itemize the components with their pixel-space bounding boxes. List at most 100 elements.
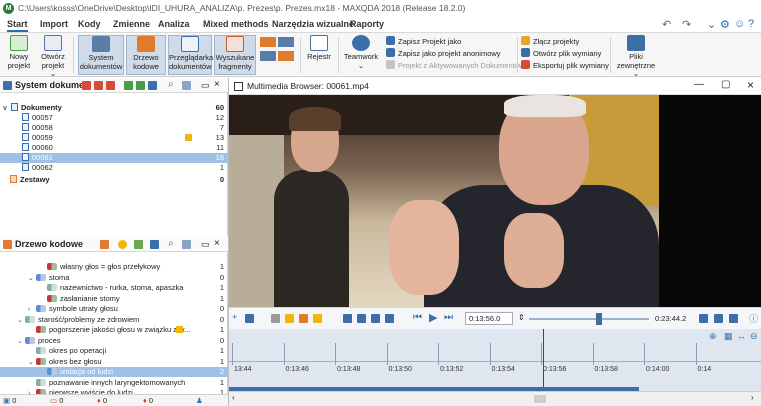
tree-row-sets[interactable]: Zestawy 0	[0, 175, 228, 185]
close-icon[interactable]: ×	[747, 78, 754, 92]
expand-caret-icon[interactable]: ›	[28, 305, 36, 315]
code-tree-row[interactable]: okres po operacji 1	[0, 346, 228, 356]
scroll-left-icon[interactable]: ‹	[232, 393, 235, 402]
close-icon[interactable]: ×	[214, 238, 220, 249]
save-anonymous-button[interactable]: Zapisz jako projekt anonimowy	[386, 48, 524, 60]
video-frame[interactable]	[229, 95, 659, 307]
project-from-activated-button[interactable]: Projekt z Aktywowanych Dokumentów	[386, 60, 524, 72]
toolbar-icon[interactable]	[106, 81, 115, 90]
zoom-width-icon[interactable]: ↔	[737, 331, 746, 341]
expand-caret-icon[interactable]: ⌄	[28, 274, 36, 284]
waveform-timeline[interactable]: ⊕ ▦ ↔ ⊖ 13:44 0:13:46 0:13:48 0:13:50 0:13:5…	[229, 329, 761, 391]
add-icon[interactable]: +	[232, 312, 237, 322]
scroll-thumb[interactable]	[534, 395, 546, 403]
code-tree-row[interactable]: ⌄ okres bez głosu 1	[0, 357, 228, 367]
zoom-in-icon[interactable]: ⊕	[709, 331, 717, 342]
layout-4-icon[interactable]	[278, 51, 294, 61]
retrieved-segments-button[interactable]: Wyszukane fragmenty	[214, 35, 256, 75]
previous-icon[interactable]: ⏮	[413, 312, 422, 323]
code-tree-row[interactable]: ⌄ stoma 0	[0, 273, 228, 283]
teamwork-button[interactable]: Teamwork ⌄	[343, 35, 379, 75]
save-project-as-button[interactable]: Zapisz Projekt jako	[386, 36, 524, 48]
code-tree-row[interactable]: ⌄ starość/problemy ze zdrowiem 0	[0, 315, 228, 325]
play-icon[interactable]: ▶	[429, 311, 437, 324]
toolbar-icon[interactable]	[714, 314, 723, 323]
layout-1-icon[interactable]	[260, 37, 276, 47]
toolbar-icon[interactable]	[699, 314, 708, 323]
toolbar-icon[interactable]	[124, 81, 133, 90]
menu-mixed-methods[interactable]: Mixed methods	[203, 19, 269, 29]
layout-3-icon[interactable]	[260, 51, 276, 61]
toolbar-icon[interactable]	[357, 314, 366, 323]
tree-row-doc[interactable]: 00060 11	[0, 143, 228, 153]
layout-grid-buttons[interactable]	[260, 37, 296, 73]
toolbar-icon[interactable]	[94, 81, 103, 90]
document-browser-button[interactable]: Przeglądarka dokumentów	[168, 35, 213, 75]
menu-start[interactable]: Start	[7, 19, 28, 32]
expand-caret-icon[interactable]: ⌄	[17, 316, 25, 326]
toolbar-icon[interactable]	[371, 314, 380, 323]
layout-2-icon[interactable]	[278, 37, 294, 47]
code-tree-row-selected[interactable]: izolacja od ludzi 2	[0, 367, 228, 377]
seek-thumb[interactable]	[596, 313, 603, 325]
next-icon[interactable]: ⏭	[444, 312, 453, 323]
help-icon[interactable]: ?	[748, 18, 754, 30]
toolbar-icon[interactable]	[100, 240, 109, 249]
open-project-button[interactable]: Otwórz projekt ⌄	[38, 35, 68, 78]
menu-kody[interactable]: Kody	[78, 19, 101, 29]
tree-row-doc[interactable]: 00057 12	[0, 113, 228, 123]
code-tree-row[interactable]: nazewnictwo - rurka, stoma, apaszka 1	[0, 283, 228, 293]
code-system-button[interactable]: Drzewo kodowe	[126, 35, 166, 75]
time-spinner-icon[interactable]: ⇕	[518, 313, 525, 322]
menu-raporty[interactable]: Raporty	[350, 19, 384, 29]
current-time-field[interactable]: 0:13:56.0	[465, 312, 513, 325]
minimize-icon[interactable]: —	[694, 79, 704, 90]
document-system-button[interactable]: System dokumentów	[78, 35, 124, 75]
menu-analiza[interactable]: Analiza	[158, 19, 190, 29]
toolbar-icon[interactable]	[299, 314, 308, 323]
toolbar-icon[interactable]	[118, 240, 127, 249]
horizontal-scrollbar[interactable]: ‹ ›	[229, 391, 761, 406]
expand-caret-icon[interactable]: ⌄	[17, 337, 25, 347]
zoom-out-icon[interactable]: ⊖	[750, 331, 758, 342]
export-exchange-file-button[interactable]: Eksportuj plik wymiany	[521, 60, 609, 72]
tree-row-root[interactable]: v Dokumenty 60	[0, 103, 228, 113]
search-icon[interactable]: ⌕	[168, 79, 174, 90]
toolbar-icon[interactable]	[134, 240, 143, 249]
search-icon[interactable]: ⌕	[168, 238, 174, 249]
new-project-button[interactable]: Nowy projekt	[4, 35, 34, 75]
external-files-button[interactable]: Pliki zewnętrzne ⌄	[614, 35, 658, 78]
toolbar-icon[interactable]	[182, 240, 191, 249]
maximize-icon[interactable]: ▢	[721, 79, 730, 90]
toolbar-icon[interactable]	[150, 240, 159, 249]
close-icon[interactable]: ×	[214, 79, 220, 90]
merge-projects-button[interactable]: Złącz projekty	[521, 36, 609, 48]
chevron-down-icon[interactable]: ⌄	[707, 18, 716, 31]
settings-icon[interactable]: ⚙	[720, 18, 730, 31]
memo-icon[interactable]	[176, 326, 183, 333]
tree-row-doc-selected[interactable]: 00061 16	[0, 153, 228, 163]
menu-narzedzia[interactable]: Narzędzia wizualne	[272, 19, 354, 29]
toolbar-icon[interactable]	[285, 314, 294, 323]
toolbar-icon[interactable]	[729, 314, 738, 323]
code-tree-row[interactable]: › symbole utraty głosu 0	[0, 304, 228, 314]
info-icon[interactable]: ⓘ	[749, 312, 758, 325]
menu-import[interactable]: Import	[40, 19, 68, 29]
expand-caret-icon[interactable]: ⌄	[28, 358, 36, 368]
toolbar-icon[interactable]	[385, 314, 394, 323]
toolbar-icon[interactable]	[82, 81, 91, 90]
scroll-right-icon[interactable]: ›	[751, 393, 754, 402]
code-tree-row[interactable]: poznawanie innych laryngektomowanych 1	[0, 378, 228, 388]
log-button[interactable]: Rejestr	[304, 35, 334, 75]
window-icon[interactable]: ▭	[201, 239, 210, 250]
toolbar-icon[interactable]	[148, 81, 157, 90]
tree-row-doc[interactable]: 00059 13	[0, 133, 228, 143]
toolbar-icon[interactable]	[271, 314, 280, 323]
smiley-icon[interactable]: ☺	[734, 18, 745, 30]
toolbar-icon[interactable]	[343, 314, 352, 323]
toolbar-icon[interactable]	[245, 314, 254, 323]
window-icon[interactable]: ▭	[201, 80, 210, 91]
toolbar-icon[interactable]	[313, 314, 322, 323]
seek-bar[interactable]	[529, 318, 649, 320]
tree-row-doc[interactable]: 00058 7	[0, 123, 228, 133]
